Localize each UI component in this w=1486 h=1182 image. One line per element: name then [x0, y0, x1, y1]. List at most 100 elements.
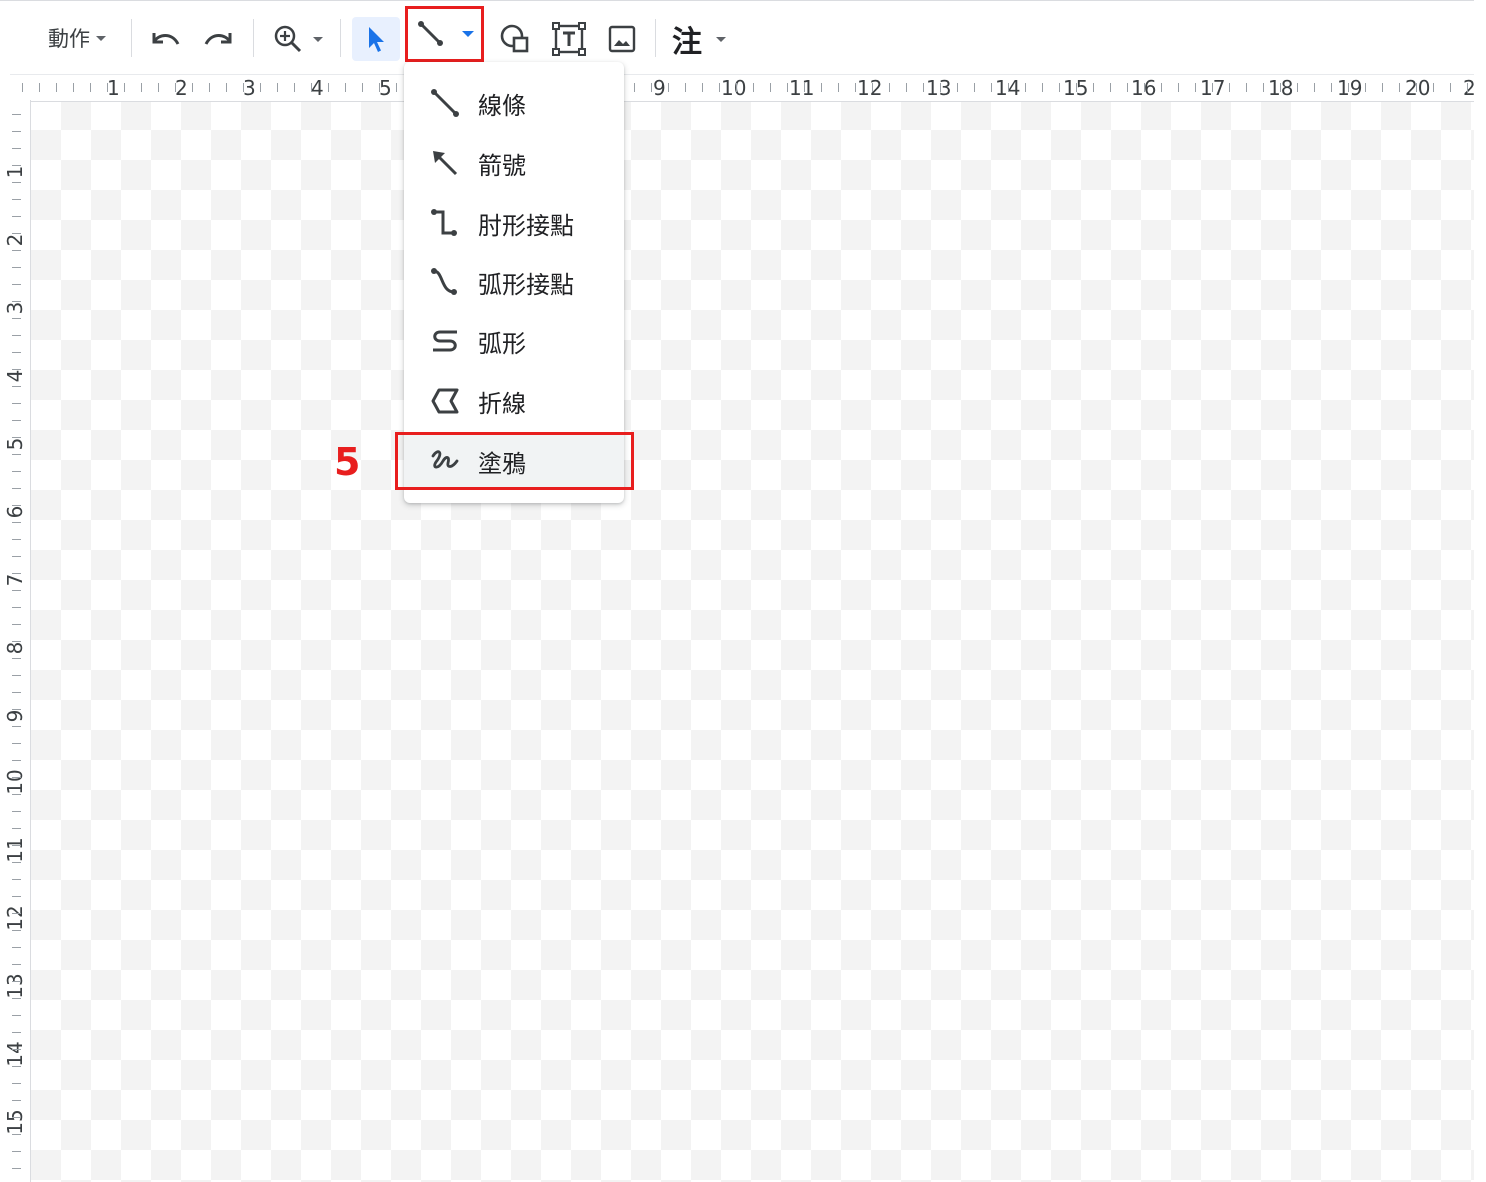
ruler-tick [12, 1049, 21, 1050]
image-icon [608, 25, 636, 53]
ruler-label: 10 [3, 769, 27, 795]
ruler-tick [1348, 83, 1349, 92]
ruler-tick [1110, 83, 1111, 92]
zoom-button[interactable] [266, 18, 330, 60]
horizontal-ruler[interactable]: 12345910111213141516171819202 [10, 74, 1474, 102]
ruler-tick [226, 83, 227, 92]
redo-button[interactable] [198, 18, 240, 60]
ruler-tick [12, 539, 21, 540]
vertical-ruler[interactable]: 1 2 3 4 5 6 7 8 9 10 11 12 13 14 15 [0, 100, 31, 1182]
ruler-label: 19 [1337, 76, 1363, 100]
ruler-tick [12, 1032, 21, 1033]
textbox-button[interactable] [548, 18, 590, 60]
ruler-tick [923, 83, 924, 92]
ruler-tick [1433, 83, 1434, 92]
annotation-menu-button[interactable]: 注 [672, 19, 726, 60]
ruler-tick [12, 1100, 21, 1101]
menu-item-label: 線條 [478, 91, 526, 120]
ruler-tick [702, 83, 703, 92]
ruler-tick [12, 233, 21, 234]
menu-item-elbow-connector[interactable]: 肘形接點 [404, 194, 624, 252]
chevron-down-icon[interactable] [461, 31, 474, 37]
toolbar-divider [253, 19, 254, 57]
menu-item-arrow[interactable]: 箭號 [404, 134, 624, 192]
ruler-tick [12, 692, 21, 693]
ruler-tick [12, 522, 21, 523]
line-tool-button[interactable] [405, 6, 484, 62]
ruler-tick [12, 590, 21, 591]
ruler-tick [277, 83, 278, 92]
menu-item-line[interactable]: 線條 [404, 74, 624, 132]
ruler-tick [1263, 83, 1264, 92]
drawing-canvas[interactable] [31, 100, 1474, 1182]
ruler-tick [12, 828, 21, 829]
ruler-tick [12, 709, 21, 710]
ruler-tick [1314, 83, 1315, 92]
ruler-tick [1008, 83, 1009, 92]
ruler-tick [12, 148, 21, 149]
ruler-tick [668, 83, 669, 92]
undo-icon [152, 33, 180, 45]
ruler-tick [1144, 83, 1145, 92]
menu-item-curve[interactable]: 弧形 [404, 312, 624, 370]
ruler-tick [12, 896, 21, 897]
polyline-icon [430, 386, 460, 416]
image-button[interactable] [601, 18, 643, 60]
shape-icon [500, 24, 529, 53]
ruler-label: 5 [379, 76, 392, 100]
ruler-tick [107, 83, 108, 92]
ruler-tick [974, 83, 975, 92]
ruler-tick [957, 83, 958, 92]
ruler-tick [1195, 83, 1196, 92]
ruler-tick [12, 760, 21, 761]
ruler-label: 12 [857, 76, 883, 100]
curve-icon [430, 326, 460, 356]
ruler-label: 10 [721, 76, 747, 100]
ruler-tick [345, 83, 346, 92]
ruler-tick [12, 862, 21, 863]
ruler-tick [12, 267, 21, 268]
ruler-tick [889, 83, 890, 92]
ruler-label: 13 [3, 973, 27, 999]
ruler-tick [12, 658, 21, 659]
menu-item-curved-connector[interactable]: 弧形接點 [404, 253, 624, 311]
menu-item-polyline[interactable]: 折線 [404, 372, 624, 430]
ruler-tick [12, 488, 21, 489]
ruler-tick [12, 369, 21, 370]
ruler-tick [12, 573, 21, 574]
ruler-label: 4 [311, 76, 324, 100]
ruler-tick [991, 83, 992, 92]
toolbar-divider [655, 19, 656, 57]
ruler-tick [855, 83, 856, 92]
ruler-tick [12, 743, 21, 744]
ruler-tick [12, 131, 21, 132]
ruler-tick [872, 83, 873, 92]
ruler-tick [12, 199, 21, 200]
select-tool-button[interactable] [352, 17, 400, 61]
ruler-tick [12, 165, 21, 166]
ruler-tick [12, 624, 21, 625]
ruler-tick [12, 284, 21, 285]
ruler-tick [243, 83, 244, 92]
ruler-tick [1246, 83, 1247, 92]
ruler-label: 11 [3, 837, 27, 863]
ruler-tick [634, 83, 635, 92]
actions-menu-button[interactable]: 動作 [48, 21, 106, 55]
ruler-label: 20 [1405, 76, 1431, 100]
ruler-tick [12, 386, 21, 387]
ruler-tick [12, 1083, 21, 1084]
ruler-tick [12, 352, 21, 353]
ruler-tick [906, 83, 907, 92]
ruler-tick [12, 556, 21, 557]
ruler-tick [1042, 83, 1043, 92]
ruler-tick [12, 335, 21, 336]
ruler-tick [804, 83, 805, 92]
ruler-tick [12, 1168, 21, 1169]
canvas-right-edge [1474, 0, 1486, 1182]
ruler-tick [1416, 83, 1417, 92]
ruler-tick [1399, 83, 1400, 92]
shape-button[interactable] [494, 18, 536, 60]
ruler-label: 3 [243, 76, 256, 100]
ruler-tick [1025, 83, 1026, 92]
undo-button[interactable] [144, 18, 186, 60]
